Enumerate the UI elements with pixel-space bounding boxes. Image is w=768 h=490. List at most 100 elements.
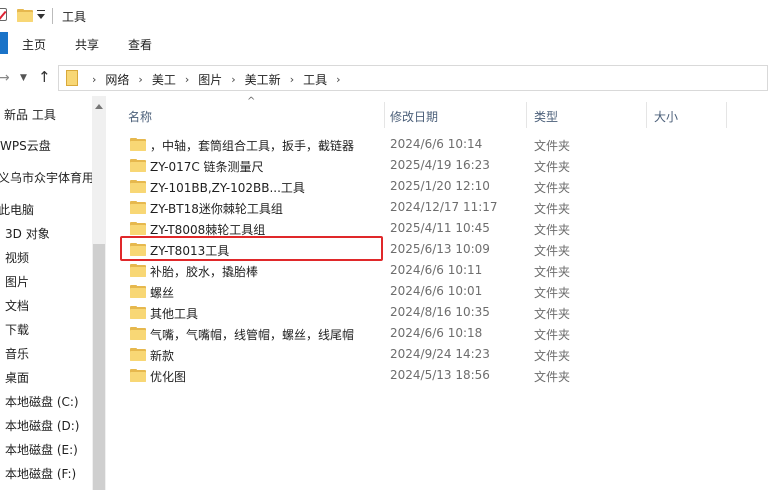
file-name: ZY-T8008棘轮工具组 bbox=[150, 223, 266, 237]
file-type: 文件夹 bbox=[534, 328, 571, 342]
file-date: 2024/8/16 10:35 bbox=[390, 305, 490, 319]
scrollbar-thumb[interactable] bbox=[93, 244, 105, 490]
sidebar-item-3d-objects[interactable]: 3D 对象 bbox=[5, 225, 50, 245]
file-date: 2024/5/13 18:56 bbox=[390, 368, 490, 382]
column-header-date[interactable]: 修改日期 bbox=[390, 108, 438, 125]
folder-icon bbox=[130, 348, 146, 361]
list-item[interactable]: ZY-BT18迷你棘轮工具组 2024/12/17 11:17 文件夹 bbox=[122, 197, 734, 218]
column-divider[interactable] bbox=[384, 102, 385, 128]
sidebar-item-this-pc[interactable]: 此电脑 bbox=[0, 201, 34, 221]
column-divider[interactable] bbox=[646, 102, 647, 128]
list-item[interactable]: 优化图 2024/5/13 18:56 文件夹 bbox=[122, 365, 734, 386]
folder-icon bbox=[66, 70, 78, 86]
file-name: 其他工具 bbox=[150, 307, 199, 321]
sidebar-item-drive-e[interactable]: 本地磁盘 (E:) bbox=[5, 441, 78, 461]
folder-icon bbox=[130, 306, 146, 319]
column-header-type[interactable]: 类型 bbox=[534, 108, 558, 125]
file-type: 文件夹 bbox=[534, 160, 571, 174]
list-item[interactable]: 螺丝 2024/6/6 10:01 文件夹 bbox=[122, 281, 734, 302]
file-type: 文件夹 bbox=[534, 265, 571, 279]
arrow-right-icon[interactable]: → bbox=[0, 70, 10, 86]
sidebar-item-pictures[interactable]: 图片 bbox=[5, 273, 29, 293]
file-type: 文件夹 bbox=[534, 181, 571, 195]
chevron-right-icon[interactable]: › bbox=[92, 73, 96, 86]
tab-share[interactable]: 共享 bbox=[75, 36, 99, 53]
sidebar-item-drive-f[interactable]: 本地磁盘 (F:) bbox=[5, 465, 76, 485]
column-header-name[interactable]: 名称 bbox=[128, 108, 152, 125]
list-item[interactable]: 气嘴，气嘴帽，线管帽，螺丝，线尾帽 2024/6/6 10:18 文件夹 bbox=[122, 323, 734, 344]
tab-file[interactable] bbox=[0, 32, 8, 54]
sidebar-item-desktop[interactable]: 桌面 bbox=[5, 369, 29, 389]
folder-icon bbox=[17, 9, 33, 22]
chevron-down-icon[interactable]: ▼ bbox=[20, 73, 27, 83]
file-type: 文件夹 bbox=[534, 370, 571, 384]
sidebar-scrollbar[interactable] bbox=[92, 96, 106, 490]
list-item[interactable]: 补胎，胶水，撬胎棒 2024/6/6 10:11 文件夹 bbox=[122, 260, 734, 281]
breadcrumb-meigongxin[interactable]: 美工新 bbox=[245, 71, 281, 88]
scroll-up-icon[interactable] bbox=[95, 104, 103, 109]
file-type: 文件夹 bbox=[534, 139, 571, 153]
address-bar[interactable]: › 网络 › 美工 › 图片 › 美工新 › 工具 › bbox=[58, 65, 768, 91]
folder-icon bbox=[130, 159, 146, 172]
sidebar-item-wps-cloud[interactable]: WPS云盘 bbox=[0, 137, 51, 157]
window-title: 工具 bbox=[62, 10, 87, 24]
sidebar-item-drive-c[interactable]: 本地磁盘 (C:) bbox=[5, 393, 79, 413]
title-bar: 工具 bbox=[0, 0, 768, 32]
file-date: 2024/12/17 11:17 bbox=[390, 200, 498, 214]
list-item[interactable]: ZY-017C 链条测量尺 2025/4/19 16:23 文件夹 bbox=[122, 155, 734, 176]
sidebar-item-downloads[interactable]: 下载 bbox=[5, 321, 29, 341]
list-item[interactable]: ，中轴，套筒组合工具，扳手，截链器 2024/6/6 10:14 文件夹 bbox=[122, 134, 734, 155]
file-date: 2024/6/6 10:11 bbox=[390, 263, 483, 277]
navigation-pane: 新品 工具 WPS云盘 义乌市众宇体育用 此电脑 3D 对象 视频 图片 文档 … bbox=[0, 96, 92, 490]
breadcrumb-meigong[interactable]: 美工 bbox=[152, 71, 176, 88]
chevron-right-icon[interactable]: › bbox=[231, 73, 235, 86]
ribbon-tabs: 主页 共享 查看 bbox=[0, 32, 768, 58]
tab-view[interactable]: 查看 bbox=[128, 36, 152, 53]
tab-home[interactable]: 主页 bbox=[22, 36, 46, 53]
breadcrumb: › 网络 › 美工 › 图片 › 美工新 › 工具 › bbox=[83, 71, 350, 88]
sidebar-item-new-tools[interactable]: 新品 工具 bbox=[4, 106, 56, 126]
file-date: 2025/1/20 12:10 bbox=[390, 179, 490, 193]
navigation-bar: → ▼ ↑ › 网络 › 美工 › 图片 › 美工新 › 工具 › bbox=[0, 62, 768, 94]
file-name: ZY-BT18迷你棘轮工具组 bbox=[150, 202, 283, 216]
chevron-right-icon[interactable]: › bbox=[290, 73, 294, 86]
breadcrumb-network[interactable]: 网络 bbox=[105, 71, 129, 88]
list-item[interactable]: ZY-T8013工具 2025/6/13 10:09 文件夹 bbox=[122, 239, 734, 260]
file-date: 2025/4/19 16:23 bbox=[390, 158, 490, 172]
file-date: 2024/6/6 10:14 bbox=[390, 137, 483, 151]
file-name: 新款 bbox=[150, 349, 175, 363]
file-type: 文件夹 bbox=[534, 223, 571, 237]
list-item[interactable]: 其他工具 2024/8/16 10:35 文件夹 bbox=[122, 302, 734, 323]
breadcrumb-tools[interactable]: 工具 bbox=[303, 71, 327, 88]
column-header-size[interactable]: 大小 bbox=[654, 108, 678, 125]
file-date: 2024/9/24 14:23 bbox=[390, 347, 490, 361]
column-divider[interactable] bbox=[726, 102, 727, 128]
list-item[interactable]: ZY-101BB,ZY-102BB...工具 2025/1/20 12:10 文… bbox=[122, 176, 734, 197]
sidebar-item-drive-d[interactable]: 本地磁盘 (D:) bbox=[5, 417, 79, 437]
folder-icon bbox=[130, 264, 146, 277]
list-item[interactable]: ZY-T8008棘轮工具组 2025/4/11 10:45 文件夹 bbox=[122, 218, 734, 239]
folder-icon bbox=[130, 285, 146, 298]
folder-icon bbox=[130, 201, 146, 214]
breadcrumb-pictures[interactable]: 图片 bbox=[198, 71, 222, 88]
file-date: 2025/6/13 10:09 bbox=[390, 242, 490, 256]
sidebar-item-music[interactable]: 音乐 bbox=[5, 345, 29, 365]
chevron-right-icon[interactable]: › bbox=[185, 73, 189, 86]
sidebar-item-videos[interactable]: 视频 bbox=[5, 249, 29, 269]
chevron-right-icon[interactable]: › bbox=[336, 73, 340, 86]
folder-icon bbox=[130, 180, 146, 193]
file-type: 文件夹 bbox=[534, 202, 571, 216]
list-item[interactable]: 新款 2024/9/24 14:23 文件夹 bbox=[122, 344, 734, 365]
sidebar-item-documents[interactable]: 文档 bbox=[5, 297, 29, 317]
sort-ascending-icon: ^ bbox=[247, 96, 256, 107]
arrow-up-icon[interactable]: ↑ bbox=[38, 68, 51, 86]
folder-icon bbox=[130, 369, 146, 382]
file-name: ，中轴，套筒组合工具，扳手，截链器 bbox=[150, 139, 355, 153]
column-divider[interactable] bbox=[526, 102, 527, 128]
chevron-right-icon[interactable]: › bbox=[138, 73, 142, 86]
file-type: 文件夹 bbox=[534, 286, 571, 300]
checkbox-icon[interactable] bbox=[0, 8, 7, 21]
file-type: 文件夹 bbox=[534, 244, 571, 258]
quick-access-dropdown-icon[interactable] bbox=[37, 10, 45, 19]
sidebar-item-yiwu[interactable]: 义乌市众宇体育用 bbox=[0, 169, 92, 189]
